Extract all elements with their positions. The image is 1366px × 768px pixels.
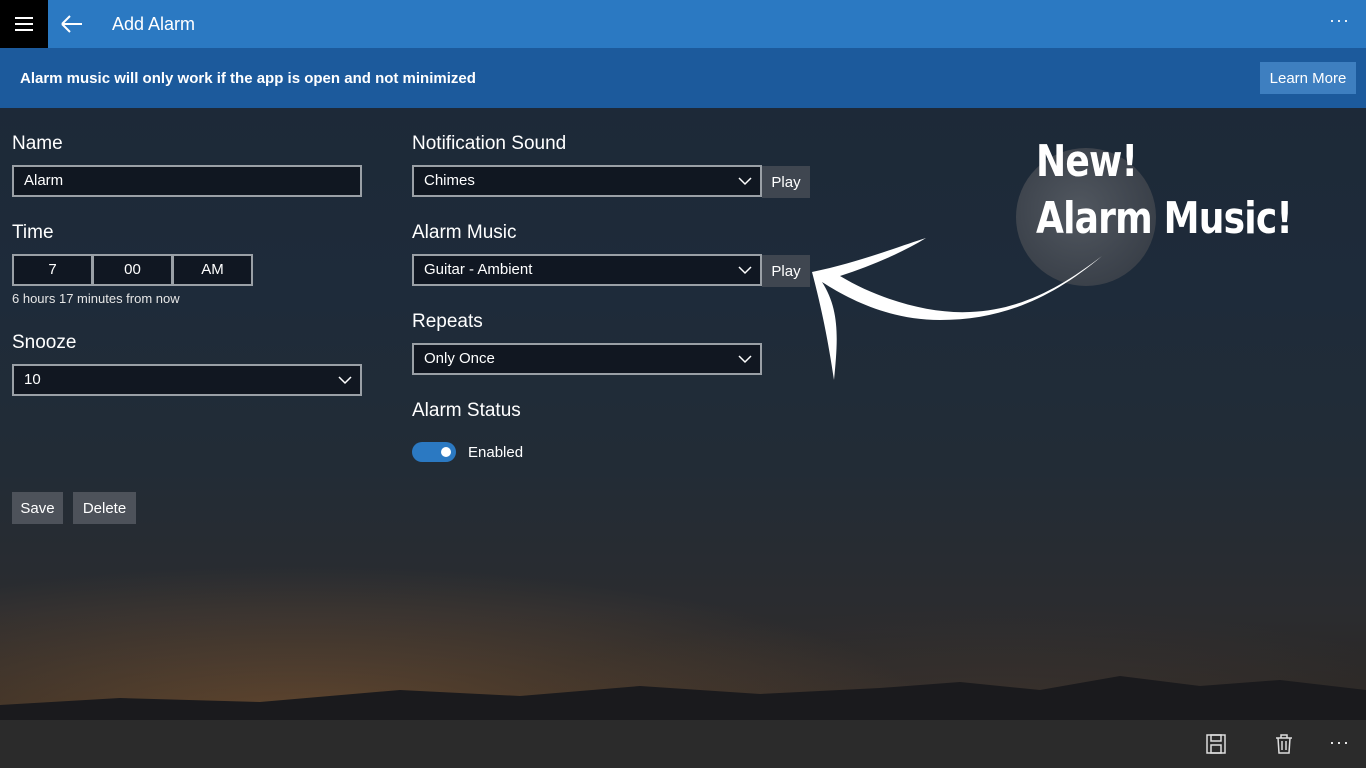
chevron-down-icon xyxy=(738,177,752,186)
hour-picker[interactable]: 7 xyxy=(12,254,93,286)
period-picker[interactable]: AM xyxy=(172,254,253,286)
name-label: Name xyxy=(12,133,63,154)
snooze-label: Snooze xyxy=(12,332,77,353)
chevron-down-icon xyxy=(738,266,752,275)
toggle-knob xyxy=(441,447,451,457)
save-icon[interactable] xyxy=(1205,733,1227,755)
hamburger-menu-button[interactable] xyxy=(0,0,48,48)
title-bar: Add Alarm ··· xyxy=(0,0,1366,48)
repeats-dropdown[interactable]: Only Once xyxy=(412,343,762,375)
command-bar-more-button[interactable]: ··· xyxy=(1329,732,1350,753)
promo-line-new: New! xyxy=(1036,136,1138,187)
snooze-dropdown[interactable]: 10 xyxy=(12,364,362,396)
repeats-value: Only Once xyxy=(424,350,495,367)
info-banner: Alarm music will only work if the app is… xyxy=(0,48,1366,108)
alarm-status-toggle[interactable] xyxy=(412,442,456,462)
chevron-down-icon xyxy=(338,376,352,385)
time-label: Time xyxy=(12,222,54,243)
more-options-button[interactable]: ··· xyxy=(1329,10,1350,31)
hamburger-icon xyxy=(15,15,33,33)
repeats-label: Repeats xyxy=(412,311,483,332)
banner-message: Alarm music will only work if the app is… xyxy=(20,70,476,87)
page-title: Add Alarm xyxy=(112,14,196,34)
play-notification-sound-button[interactable]: Play xyxy=(762,166,810,198)
back-arrow-icon[interactable] xyxy=(58,12,86,36)
promo-arrow-icon xyxy=(812,238,1102,380)
save-button[interactable]: Save xyxy=(12,492,63,524)
alarm-music-label: Alarm Music xyxy=(412,222,517,243)
name-input[interactable]: Alarm xyxy=(12,165,362,197)
alarm-music-value: Guitar - Ambient xyxy=(424,261,533,278)
notification-sound-value: Chimes xyxy=(424,172,475,189)
learn-more-button[interactable]: Learn More xyxy=(1260,62,1356,94)
alarm-status-label: Alarm Status xyxy=(412,400,521,421)
command-bar xyxy=(0,720,1366,768)
notification-sound-label: Notification Sound xyxy=(412,133,567,154)
chevron-down-icon xyxy=(738,355,752,364)
snooze-value: 10 xyxy=(24,371,41,388)
delete-icon[interactable] xyxy=(1273,733,1295,755)
time-until-hint: 6 hours 17 minutes from now xyxy=(12,291,180,306)
delete-button[interactable]: Delete xyxy=(73,492,136,524)
alarm-music-dropdown[interactable]: Guitar - Ambient xyxy=(412,254,762,286)
minute-picker[interactable]: 00 xyxy=(92,254,173,286)
notification-sound-dropdown[interactable]: Chimes xyxy=(412,165,762,197)
alarm-status-toggle-label: Enabled xyxy=(468,444,524,461)
